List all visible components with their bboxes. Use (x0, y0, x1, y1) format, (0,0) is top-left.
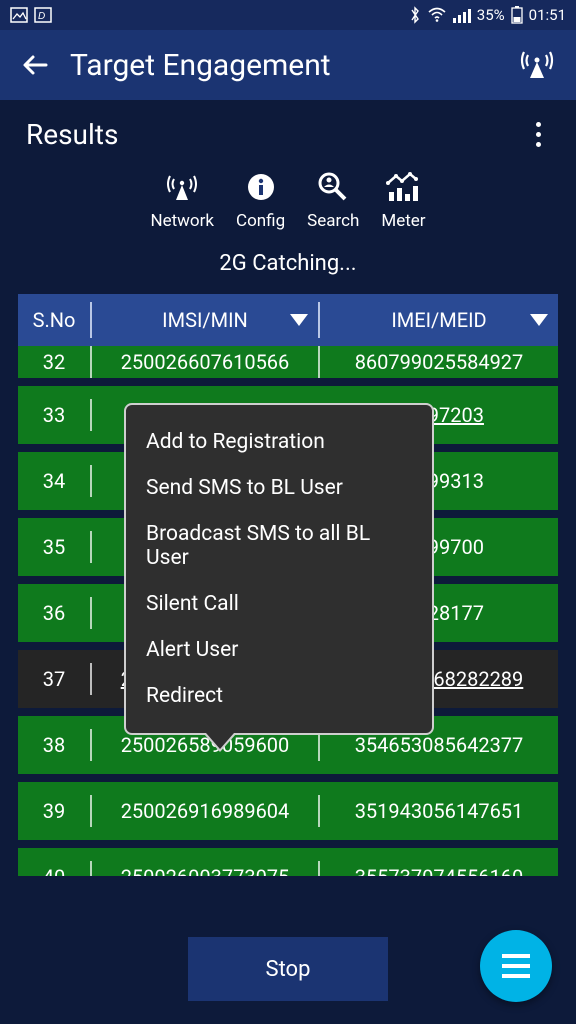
toolbar: Network Config Search Meter (0, 159, 576, 243)
col-imei[interactable]: IMEI/MEID (320, 302, 558, 338)
col-imsi[interactable]: IMSI/MIN (92, 302, 320, 338)
cell-sno: 40 (18, 861, 92, 876)
antenna-icon[interactable] (518, 44, 558, 86)
cell-sno: 34 (18, 465, 92, 497)
cell-sno: 36 (18, 597, 92, 629)
menu-broadcast-sms[interactable]: Broadcast SMS to all BL User (126, 511, 432, 581)
cell-imei: 860799025584927 (320, 346, 558, 378)
page-title: Target Engagement (70, 48, 518, 83)
dropdown-icon (530, 314, 548, 326)
menu-silent-call[interactable]: Silent Call (126, 581, 432, 627)
section-title: Results (26, 118, 118, 151)
menu-alert-user[interactable]: Alert User (126, 627, 432, 673)
table-row[interactable]: 39250026916989604351943056147651 (18, 782, 558, 840)
dropdown-icon (290, 314, 308, 326)
svg-text:D: D (38, 11, 45, 22)
android-statusbar: D 35% 01:51 (0, 0, 576, 30)
cell-sno: 33 (18, 399, 92, 431)
table-row[interactable]: 32250026607610566860799025584927 (18, 346, 558, 378)
hamburger-icon (502, 954, 530, 978)
app-icon: D (34, 7, 52, 23)
chart-icon (385, 169, 421, 205)
meter-button[interactable]: Meter (381, 169, 425, 231)
toolbar-label: Config (236, 211, 285, 231)
cell-sno: 32 (18, 346, 92, 378)
section-header: Results (0, 100, 576, 159)
cell-sno: 35 (18, 531, 92, 563)
antenna-icon (164, 169, 200, 205)
fab-menu-button[interactable] (480, 930, 552, 1002)
table-row[interactable]: 40250026003773075355737074556160 (18, 848, 558, 876)
overflow-menu-button[interactable] (526, 120, 550, 150)
cell-imsi: 250026003773075 (92, 861, 320, 876)
info-icon (243, 169, 279, 205)
stop-button[interactable]: Stop (188, 937, 388, 1001)
appbar: Target Engagement (0, 30, 576, 100)
clock: 01:51 (529, 6, 566, 24)
gallery-icon (10, 7, 28, 23)
toolbar-label: Network (150, 211, 214, 231)
toolbar-label: Meter (381, 211, 425, 231)
menu-send-sms[interactable]: Send SMS to BL User (126, 465, 432, 511)
cell-imei: 355737074556160 (320, 861, 558, 876)
bluetooth-icon (409, 6, 421, 24)
cell-sno: 38 (18, 729, 92, 761)
table-header: S.No IMSI/MIN IMEI/MEID (18, 294, 558, 346)
search-person-icon (315, 169, 351, 205)
wifi-icon (427, 7, 447, 23)
config-button[interactable]: Config (236, 169, 285, 231)
back-button[interactable] (18, 48, 52, 82)
cell-sno: 37 (18, 663, 92, 695)
cell-sno: 39 (18, 795, 92, 827)
menu-add-registration[interactable]: Add to Registration (126, 419, 432, 465)
bottom-bar: Stop (0, 914, 576, 1024)
cell-imsi: 250026916989604 (92, 795, 320, 827)
battery-percent: 35% (477, 6, 505, 24)
context-menu: Add to Registration Send SMS to BL User … (124, 403, 434, 735)
cell-imei: 351943056147651 (320, 795, 558, 827)
toolbar-label: Search (307, 211, 359, 231)
search-button[interactable]: Search (307, 169, 359, 231)
battery-icon (511, 6, 523, 24)
signal-icon (453, 8, 471, 23)
network-button[interactable]: Network (150, 169, 214, 231)
status-text: 2G Catching... (0, 243, 576, 294)
menu-redirect[interactable]: Redirect (126, 673, 432, 719)
cell-imsi: 250026607610566 (92, 346, 320, 378)
col-sno[interactable]: S.No (18, 302, 92, 338)
